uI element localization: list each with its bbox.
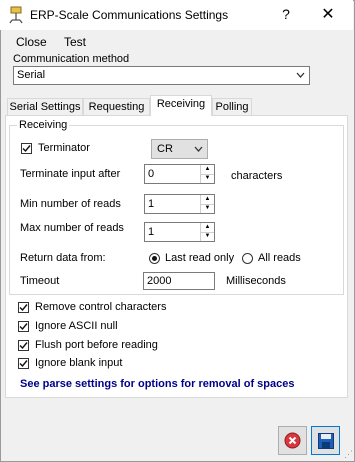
last-read-radio[interactable] (149, 253, 160, 264)
min-reads-stepper[interactable]: 1 ▲ ▼ (144, 194, 215, 214)
tab-receiving[interactable]: Receiving (150, 95, 212, 116)
close-window-button[interactable]: ✕ (318, 4, 338, 24)
menu-close[interactable]: Close (16, 35, 47, 49)
parse-settings-note: See parse settings for options for remov… (20, 378, 295, 390)
cancel-icon (284, 432, 301, 452)
spin-down-icon[interactable]: ▼ (201, 204, 214, 213)
spin-down-icon[interactable]: ▼ (201, 174, 214, 183)
comm-method-select[interactable]: Serial (13, 66, 310, 85)
comm-method-label: Communication method (13, 53, 130, 65)
tab-receiving-label: Receiving (156, 98, 206, 110)
terminator-label: Terminator (38, 142, 90, 154)
spin-down-icon[interactable]: ▼ (201, 232, 214, 241)
save-icon (318, 433, 334, 452)
menu-test[interactable]: Test (64, 35, 86, 49)
return-from-label: Return data from: (20, 252, 106, 264)
tab-requesting-label: Requesting (88, 101, 145, 113)
max-reads-label: Max number of reads (20, 222, 124, 234)
resize-grip-icon[interactable]: ⋰ (344, 449, 353, 460)
flush-port-checkbox[interactable] (18, 340, 29, 351)
tab-serial-settings[interactable]: Serial Settings (7, 98, 83, 115)
timeout-value: 2000 (147, 275, 172, 287)
min-reads-label: Min number of reads (20, 198, 121, 210)
receiving-group-title: Receiving (17, 119, 70, 131)
cancel-button[interactable] (278, 426, 307, 455)
min-reads-value: 1 (148, 198, 155, 210)
comm-method-value: Serial (17, 69, 46, 81)
window-title: ERP-Scale Communications Settings (30, 8, 229, 22)
ignore-ascii-null-label: Ignore ASCII null (35, 320, 118, 332)
max-reads-stepper[interactable]: 1 ▲ ▼ (144, 222, 215, 242)
ignore-blank-input-label: Ignore blank input (35, 357, 123, 369)
all-reads-radio[interactable] (242, 253, 253, 264)
flush-port-label: Flush port before reading (35, 339, 158, 351)
chevron-down-icon (296, 68, 305, 85)
terminate-after-stepper[interactable]: 0 ▲ ▼ (144, 164, 215, 184)
tab-polling[interactable]: Polling (212, 98, 252, 115)
timeout-field[interactable]: 2000 (143, 272, 215, 290)
terminate-after-label: Terminate input after (20, 168, 121, 180)
milliseconds-label: Milliseconds (226, 275, 286, 287)
all-reads-label: All reads (258, 252, 301, 264)
save-button[interactable] (311, 426, 340, 455)
remove-control-chars-label: Remove control characters (35, 301, 167, 313)
terminator-checkbox[interactable] (21, 143, 32, 154)
ignore-ascii-null-checkbox[interactable] (18, 321, 29, 332)
terminator-select[interactable]: CR (151, 139, 208, 159)
remove-control-chars-checkbox[interactable] (18, 302, 29, 313)
terminator-value: CR (157, 143, 173, 155)
max-reads-value: 1 (148, 226, 155, 238)
app-icon (8, 6, 24, 24)
tab-serial-settings-label: Serial Settings (9, 101, 81, 113)
timeout-label: Timeout (20, 275, 60, 287)
tab-polling-label: Polling (215, 101, 249, 113)
tab-requesting[interactable]: Requesting (83, 98, 150, 115)
menu-bar (0, 31, 353, 51)
terminate-after-value: 0 (148, 168, 155, 180)
ignore-blank-input-checkbox[interactable] (18, 358, 29, 369)
help-button[interactable]: ? (278, 6, 294, 22)
last-read-label: Last read only (165, 252, 235, 264)
characters-label: characters (231, 170, 283, 182)
chevron-down-icon (194, 142, 203, 159)
